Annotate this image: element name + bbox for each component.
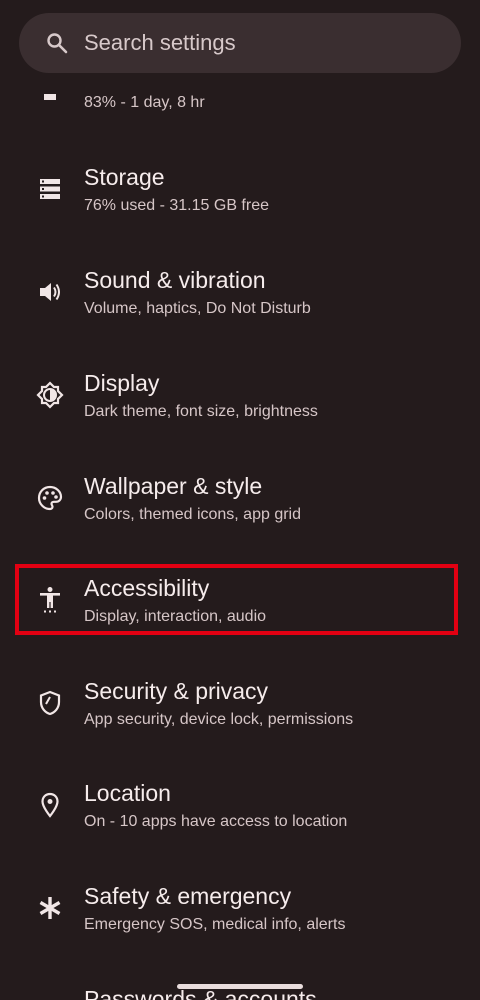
storage-icon	[40, 179, 60, 199]
search-icon	[47, 33, 68, 54]
battery-icon	[44, 94, 56, 100]
settings-item-battery[interactable]: 83% - 1 day, 8 hr	[0, 70, 480, 154]
settings-item-security-privacy[interactable]: Security & privacy App security, device …	[0, 664, 480, 748]
settings-item-subtitle: Volume, haptics, Do Not Disturb	[84, 300, 311, 317]
settings-item-title: Security & privacy	[84, 678, 269, 704]
settings-item-subtitle: App security, device lock, permissions	[84, 711, 354, 728]
settings-item-subtitle: On - 10 apps have access to location	[84, 813, 348, 830]
shield-icon	[39, 690, 61, 716]
palette-icon	[37, 485, 63, 511]
settings-item-subtitle: Dark theme, font size, brightness	[84, 403, 318, 420]
search-placeholder: Search settings	[84, 30, 236, 55]
settings-item-title: Storage	[84, 164, 165, 190]
settings-item-location[interactable]: Location On - 10 apps have access to loc…	[0, 766, 480, 850]
location-pin-icon	[41, 792, 59, 818]
settings-item-safety-emergency[interactable]: Safety & emergency Emergency SOS, medica…	[0, 869, 480, 953]
settings-item-title: Safety & emergency	[84, 883, 292, 909]
settings-item-subtitle: 76% used - 31.15 GB free	[84, 197, 269, 214]
settings-item-title: Wallpaper & style	[84, 473, 263, 499]
settings-list: 83% - 1 day, 8 hr Storage 76% used - 31.…	[0, 0, 480, 1000]
settings-item-title: Location	[84, 780, 171, 806]
search-bar[interactable]: Search settings	[19, 13, 461, 73]
brightness-icon	[36, 381, 64, 409]
settings-item-subtitle: 83% - 1 day, 8 hr	[84, 94, 205, 111]
settings-item-title: Display	[84, 370, 160, 396]
settings-item-wallpaper-style[interactable]: Wallpaper & style Colors, themed icons, …	[0, 459, 480, 543]
highlight-box	[15, 564, 458, 635]
asterisk-icon	[39, 897, 61, 919]
settings-item-storage[interactable]: Storage 76% used - 31.15 GB free	[0, 150, 480, 234]
settings-item-sound-vibration[interactable]: Sound & vibration Volume, haptics, Do No…	[0, 253, 480, 337]
settings-item-display[interactable]: Display Dark theme, font size, brightnes…	[0, 356, 480, 440]
gesture-nav-handle[interactable]	[177, 984, 303, 989]
settings-item-title: Sound & vibration	[84, 267, 266, 293]
volume-icon	[40, 283, 60, 301]
settings-item-subtitle: Colors, themed icons, app grid	[84, 506, 301, 523]
settings-item-subtitle: Emergency SOS, medical info, alerts	[84, 916, 346, 933]
